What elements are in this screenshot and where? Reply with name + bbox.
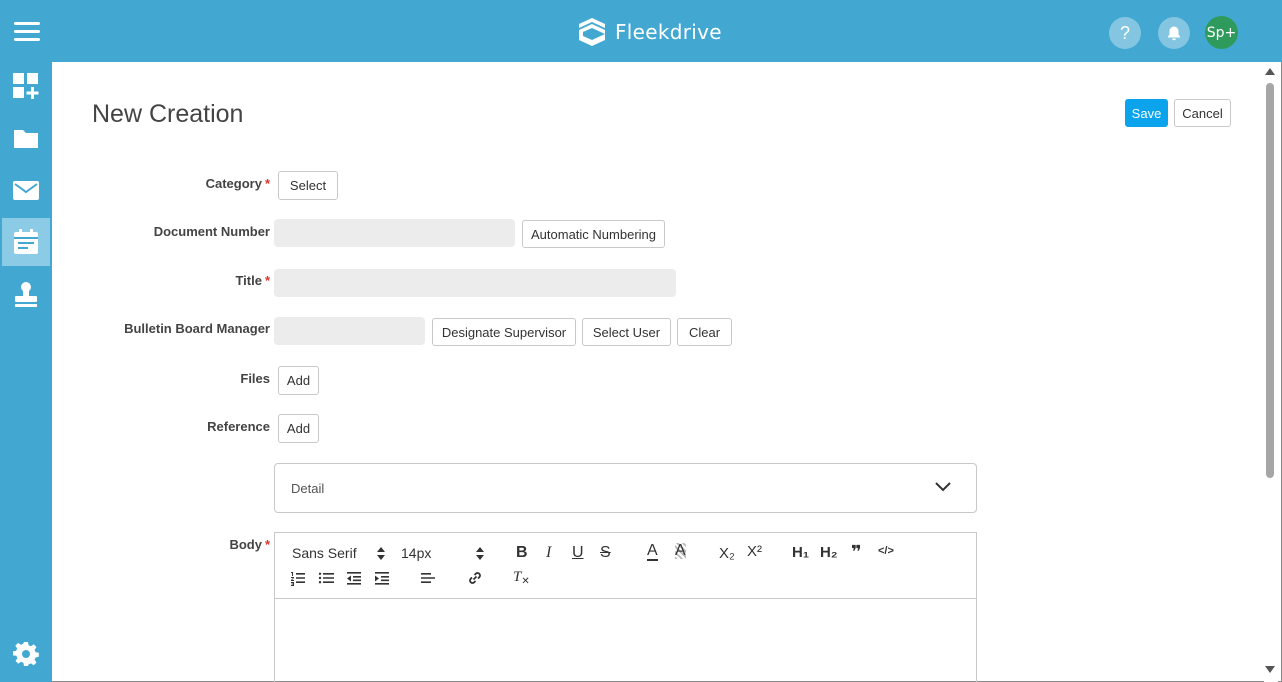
outdent-icon bbox=[347, 572, 361, 585]
category-select-button[interactable]: Select bbox=[278, 171, 338, 200]
bullet-list-icon bbox=[318, 572, 334, 584]
strikethrough-button[interactable]: S bbox=[600, 544, 611, 562]
clear-format-button[interactable]: T ✕ bbox=[513, 568, 530, 587]
editor-body[interactable] bbox=[275, 599, 976, 682]
clear-x-icon: ✕ bbox=[521, 576, 530, 587]
text-color-button[interactable]: A bbox=[647, 543, 658, 561]
superscript-button[interactable]: X² bbox=[747, 543, 762, 560]
reference-label: Reference bbox=[207, 419, 270, 434]
notification-bell-icon[interactable] bbox=[1158, 17, 1190, 49]
font-size-updown-icon bbox=[476, 547, 484, 560]
designate-supervisor-button[interactable]: Designate Supervisor bbox=[432, 318, 576, 346]
sidebar-item-dashboard[interactable] bbox=[2, 62, 50, 110]
mail-icon bbox=[13, 181, 39, 200]
gear-icon bbox=[13, 642, 39, 666]
ordered-list-button[interactable] bbox=[290, 570, 306, 586]
align-button[interactable] bbox=[420, 570, 436, 586]
indent-icon bbox=[375, 572, 389, 585]
body-label: Body * bbox=[229, 537, 270, 552]
outdent-button[interactable] bbox=[346, 570, 362, 586]
title-label: Title * bbox=[235, 273, 270, 288]
align-left-icon bbox=[421, 573, 435, 583]
rich-text-editor: Sans Serif 14px B I U S A A X₂ X² H₁ H₂ … bbox=[274, 532, 977, 682]
subscript-button[interactable]: X₂ bbox=[719, 545, 735, 562]
save-button[interactable]: Save bbox=[1125, 99, 1168, 127]
required-mark: * bbox=[264, 176, 270, 191]
select-user-button[interactable]: Select User bbox=[582, 318, 671, 346]
bold-button[interactable]: B bbox=[516, 544, 528, 562]
sidebar-item-settings[interactable] bbox=[2, 630, 50, 678]
link-button[interactable] bbox=[467, 570, 483, 586]
sidebar bbox=[0, 62, 52, 682]
stamp-icon bbox=[15, 282, 37, 307]
underline-button[interactable]: U bbox=[572, 544, 584, 562]
detail-label: Detail bbox=[291, 481, 325, 496]
folder-icon bbox=[14, 130, 38, 148]
detail-collapsible[interactable]: Detail bbox=[274, 463, 977, 513]
editor-toolbar: Sans Serif 14px B I U S A A X₂ X² H₁ H₂ … bbox=[275, 533, 976, 599]
help-symbol: ? bbox=[1119, 22, 1130, 43]
chevron-down-icon bbox=[935, 482, 951, 492]
heading-2-button[interactable]: H₂ bbox=[820, 544, 838, 561]
document-number-label: Document Number bbox=[153, 224, 270, 239]
top-header: Fleekdrive ? Sp+ bbox=[0, 0, 1282, 62]
ordered-list-icon bbox=[291, 572, 305, 586]
scrollbar-thumb[interactable] bbox=[1266, 83, 1274, 478]
brand-name: Fleekdrive bbox=[615, 20, 722, 44]
user-avatar[interactable]: Sp+ bbox=[1205, 16, 1238, 49]
sidebar-item-bulletin-board[interactable] bbox=[2, 218, 50, 266]
clear-button[interactable]: Clear bbox=[677, 318, 732, 346]
scroll-down-arrow-icon[interactable] bbox=[1265, 666, 1275, 673]
bullet-list-button[interactable] bbox=[318, 570, 334, 586]
reference-add-button[interactable]: Add bbox=[278, 414, 319, 443]
document-number-input[interactable] bbox=[274, 219, 515, 247]
main-content: New Creation Save Cancel Category * Selec… bbox=[52, 62, 1264, 682]
automatic-numbering-button[interactable]: Automatic Numbering bbox=[522, 220, 665, 248]
hamburger-menu-icon[interactable] bbox=[14, 22, 40, 42]
page-title: New Creation bbox=[92, 100, 244, 128]
dashboard-add-icon bbox=[13, 73, 39, 99]
heading-1-button[interactable]: H₁ bbox=[792, 544, 809, 561]
bulletin-board-manager-input[interactable] bbox=[274, 317, 425, 345]
category-label: Category * bbox=[205, 176, 270, 191]
sidebar-item-folders[interactable] bbox=[2, 114, 50, 162]
sidebar-item-stamp[interactable] bbox=[2, 270, 50, 318]
blockquote-button[interactable]: ❞ bbox=[851, 542, 862, 563]
cancel-button[interactable]: Cancel bbox=[1174, 99, 1231, 127]
indent-button[interactable] bbox=[374, 570, 390, 586]
background-color-button[interactable]: A bbox=[675, 543, 686, 559]
font-family-updown-icon bbox=[377, 547, 385, 560]
code-block-button[interactable]: </> bbox=[878, 545, 894, 557]
bulletin-board-icon bbox=[14, 229, 38, 254]
fleekdrive-logo-icon bbox=[579, 18, 605, 46]
scroll-up-arrow-icon[interactable] bbox=[1265, 68, 1275, 75]
files-label: Files bbox=[240, 371, 270, 386]
title-input[interactable] bbox=[274, 269, 676, 297]
files-add-button[interactable]: Add bbox=[278, 366, 319, 395]
sidebar-item-mail[interactable] bbox=[2, 166, 50, 214]
italic-button[interactable]: I bbox=[546, 544, 551, 562]
brand-logo[interactable]: Fleekdrive bbox=[577, 16, 722, 48]
link-icon bbox=[469, 572, 481, 584]
help-icon[interactable]: ? bbox=[1109, 17, 1141, 49]
bulletin-board-manager-label: Bulletin Board Manager bbox=[124, 321, 270, 336]
